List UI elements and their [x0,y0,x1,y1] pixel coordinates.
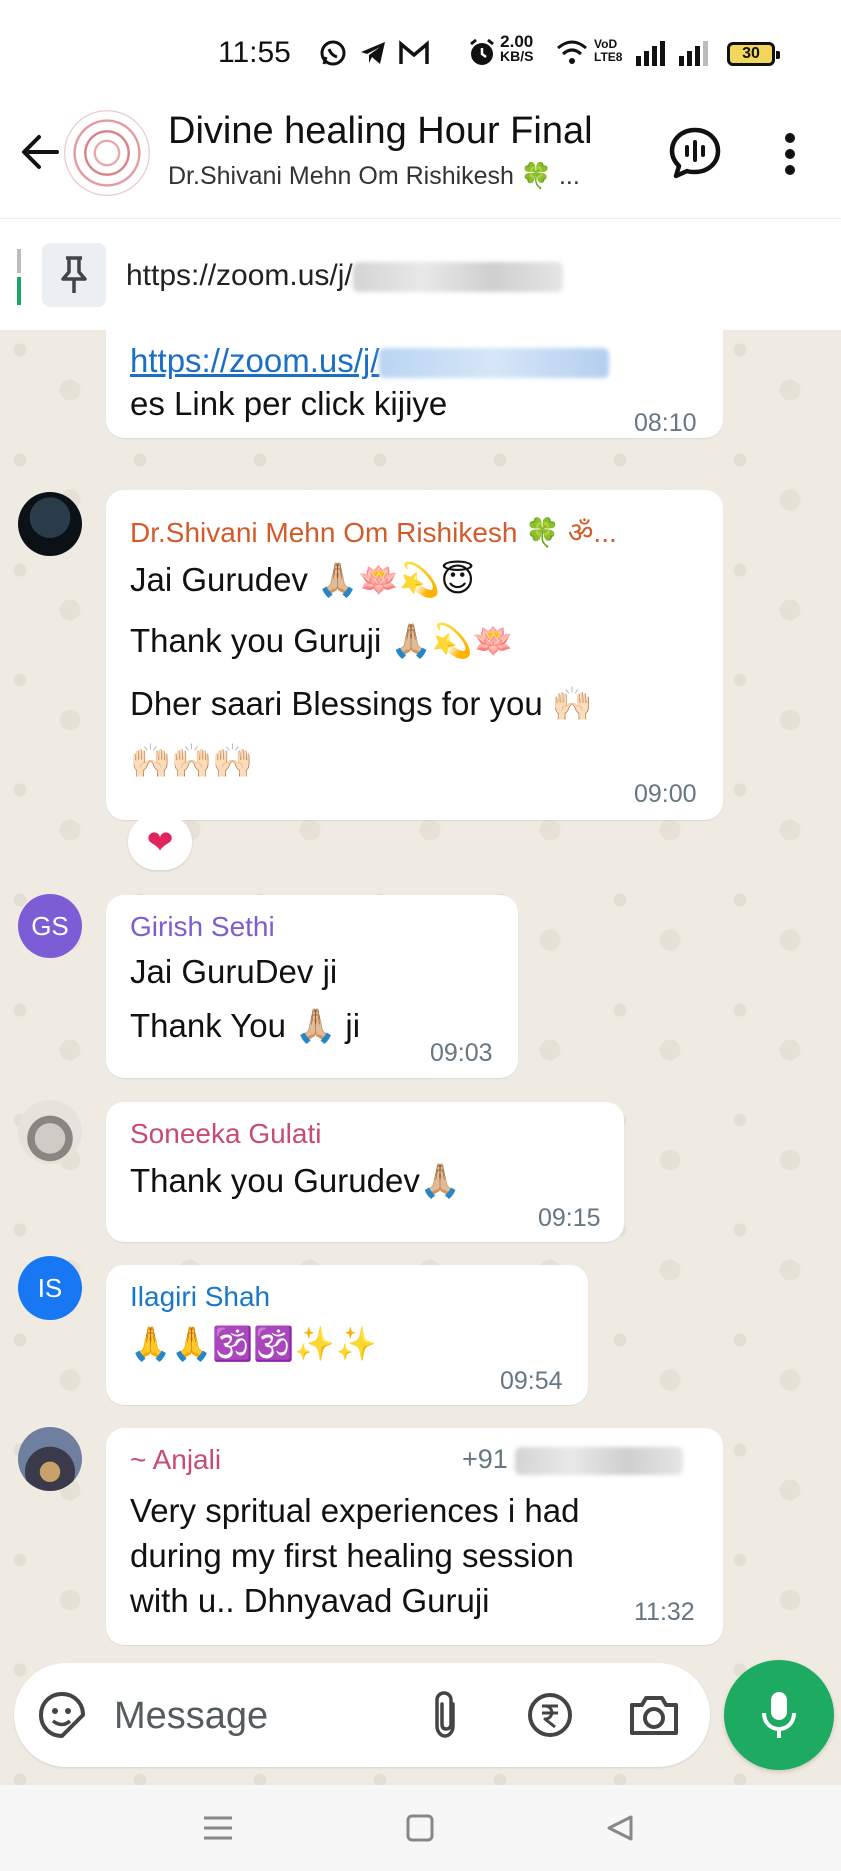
avatar-initials: GS [31,910,69,941]
message-sender[interactable]: ~ Anjali [130,1444,221,1476]
message-text: during my first healing session [130,1537,574,1574]
home-square-icon [406,1814,434,1842]
message-text: 🙌🏻🙌🏻🙌🏻 [130,742,254,779]
message-text: Jai Gurudev 🙏🏼🪷💫😇 [130,561,475,598]
network-speed-value: 2.00 [500,32,534,51]
group-avatar[interactable] [64,110,150,196]
pinned-link-text: https://zoom.us/j/ [126,259,353,292]
volte-indicator: VoD LTE8 [594,38,622,64]
telegram-notification-icon [358,38,388,75]
message-bubble[interactable]: Dr.Shivani Mehn Om Rishikesh 🍀 ॐ... Jai … [106,490,723,820]
message-text: Very spritual experiences i had [130,1492,580,1529]
sticker-button[interactable] [34,1687,90,1743]
voice-chat-button[interactable] [664,122,726,184]
chat-area[interactable]: https://zoom.us/j/ es Link per click kij… [0,330,841,1785]
message-time: 09:54 [500,1367,563,1395]
more-vertical-icon [785,133,795,175]
message-composer [14,1663,710,1767]
voice-message-button[interactable] [724,1660,834,1770]
redacted-blur [379,348,610,379]
message-bubble[interactable]: https://zoom.us/j/ es Link per click kij… [106,330,723,438]
message-time: 11:32 [634,1598,695,1626]
gmail-notification-icon [398,38,430,75]
zoom-link[interactable]: https://zoom.us/j/ [130,342,379,379]
network-speed-unit: KB/S [500,48,534,64]
message-text: Thank you Guruji 🙏🏼💫🪷 [130,622,514,659]
message-sender[interactable]: Dr.Shivani Mehn Om Rishikesh 🍀 ॐ... [130,513,617,551]
avatar-initials: IS [37,1272,63,1303]
back-button[interactable] [14,126,66,178]
network-speed: 2.00 KB/S [500,32,534,64]
message-time: 09:03 [430,1039,493,1067]
message-text: with u.. Dhnyavad Guruji [130,1582,490,1619]
message-sender[interactable]: Ilagiri Shah [130,1281,270,1313]
message-bubble[interactable]: Girish Sethi Jai GuruDev ji Thank You 🙏🏼… [106,895,518,1078]
message-input[interactable] [112,1691,416,1741]
signal-icon [634,38,668,75]
sender-phone: +91 [462,1444,684,1475]
sticker-icon [39,1692,85,1738]
message-text: Dher saari Blessings for you 🙌🏻 [130,685,593,722]
wifi-icon [556,38,588,75]
pinned-text[interactable]: https://zoom.us/j/ [126,259,563,293]
message-text: Thank you Gurudev🙏🏼 [130,1162,461,1199]
paperclip-icon [435,1691,455,1738]
message-bubble[interactable]: ~ Anjali +91 Very spritual experiences i… [106,1428,723,1645]
signal-icon-2 [677,38,713,75]
redacted-blur [515,1446,684,1475]
message-text: 🙏🙏🕉️🕉️✨✨ [130,1325,377,1362]
battery-icon: 30 [727,42,780,66]
alarm-icon [468,38,496,75]
message-sender[interactable]: Girish Sethi [130,911,275,943]
pinned-message-bar[interactable]: https://zoom.us/j/ [0,218,841,331]
attach-button[interactable] [418,1687,474,1743]
whatsapp-notification-icon [318,38,348,75]
message-text: Jai GuruDev ji [130,953,338,990]
message-sender[interactable]: Soneeka Gulati [130,1118,321,1150]
message-time: 08:10 [634,409,697,437]
menu-lines-icon [204,1816,232,1840]
camera-button[interactable] [624,1687,684,1743]
avatar[interactable] [18,1100,82,1164]
redacted-blur [352,262,563,293]
phone-prefix: +91 [462,1444,508,1474]
avatar[interactable] [18,1427,82,1491]
payment-button[interactable] [522,1687,578,1743]
pinned-indicator [17,249,21,305]
rupee-icon [528,1693,572,1737]
message-bubble[interactable]: Soneeka Gulati Thank you Gurudev🙏🏼 09:15 [106,1102,624,1242]
more-options-button[interactable] [770,124,810,184]
reaction-badge[interactable]: ❤ [128,814,192,870]
home-button[interactable] [390,1805,450,1851]
volte-bottom: LTE8 [594,50,623,64]
avatar[interactable] [18,492,82,556]
message-text: es Link per click kijiye [130,385,448,422]
pin-icon [42,243,106,307]
message-time: 09:15 [538,1204,601,1232]
microphone-icon [762,1692,796,1738]
status-time: 11:55 [218,36,291,69]
message-text: Thank You 🙏🏼 ji [130,1007,361,1044]
system-navigation-bar [0,1785,841,1871]
triangle-back-icon [607,1815,633,1841]
arrow-left-icon [22,135,59,169]
system-back-button[interactable] [590,1805,650,1851]
avatar[interactable]: IS [18,1256,82,1320]
status-bar: 11:55 2.00 KB/S VoD LTE8 30 [0,0,841,100]
message-time: 09:00 [634,780,697,808]
group-title[interactable]: Divine healing Hour Final [168,110,593,153]
chat-header: Divine healing Hour Final Dr.Shivani Meh… [0,100,841,218]
camera-icon [630,1696,678,1735]
message-bubble[interactable]: Ilagiri Shah 🙏🙏🕉️🕉️✨✨ 09:54 [106,1265,588,1405]
avatar[interactable]: GS [18,894,82,958]
voice-chat-icon [669,127,721,179]
recent-apps-button[interactable] [188,1805,248,1851]
message-link[interactable]: https://zoom.us/j/ [130,342,610,380]
group-subtitle[interactable]: Dr.Shivani Mehn Om Rishikesh 🍀 ... [168,162,628,191]
